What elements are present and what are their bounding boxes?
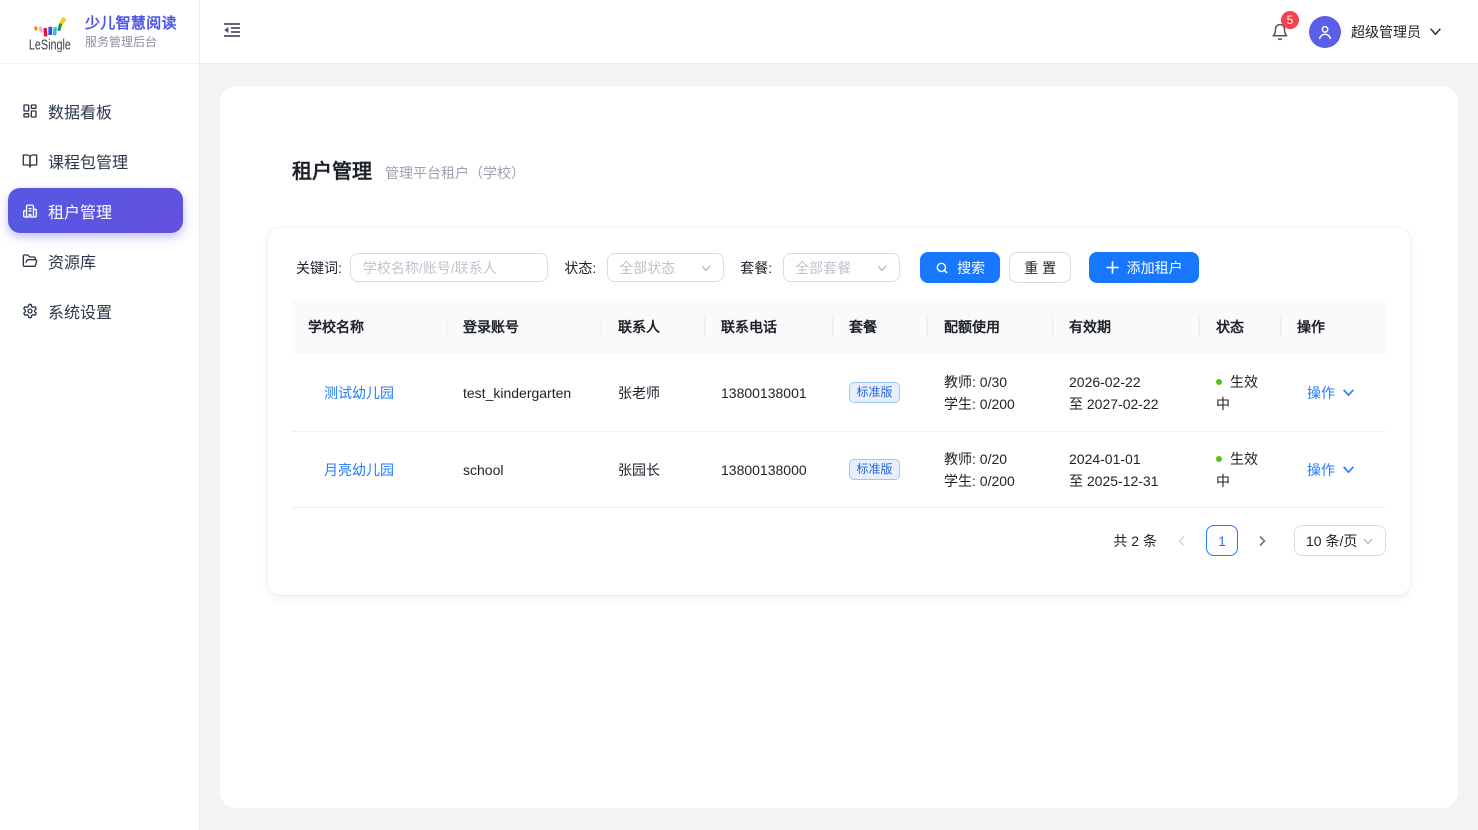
- svg-text:LeSingle: LeSingle: [29, 37, 71, 52]
